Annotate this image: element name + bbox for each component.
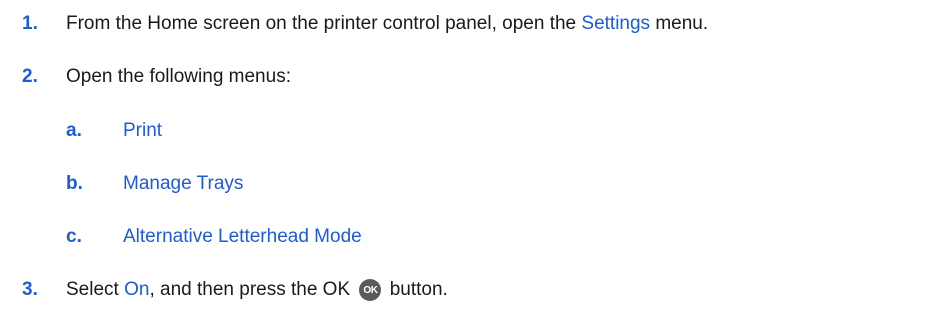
on-option-link[interactable]: On — [124, 279, 149, 301]
step-text-after: menu. — [650, 13, 709, 34]
step-text: Open the following menus: — [66, 66, 291, 87]
step-text-after: button. — [384, 279, 448, 300]
step-text-before: From the Home screen on the printer cont… — [66, 13, 582, 34]
print-menu-link[interactable]: Print — [123, 120, 162, 142]
step-number: 1. — [22, 13, 38, 34]
step-text-before: Select — [66, 279, 125, 300]
manage-trays-menu-link[interactable]: Manage Trays — [123, 173, 243, 195]
alternative-letterhead-mode-link[interactable]: Alternative Letterhead Mode — [123, 226, 362, 248]
step-text-middle: , and then press the OK — [149, 279, 356, 300]
ok-button-icon: OK — [359, 279, 382, 301]
substep-letter: c. — [66, 226, 82, 247]
step-number: 2. — [22, 66, 38, 87]
substep-letter: a. — [66, 120, 82, 141]
step-number: 3. — [22, 279, 38, 300]
settings-menu-link[interactable]: Settings — [581, 13, 650, 35]
step-text: Select On, and then press the OK OK butt… — [66, 279, 448, 301]
substep-letter: b. — [66, 173, 83, 194]
step-text: From the Home screen on the printer cont… — [66, 13, 708, 35]
